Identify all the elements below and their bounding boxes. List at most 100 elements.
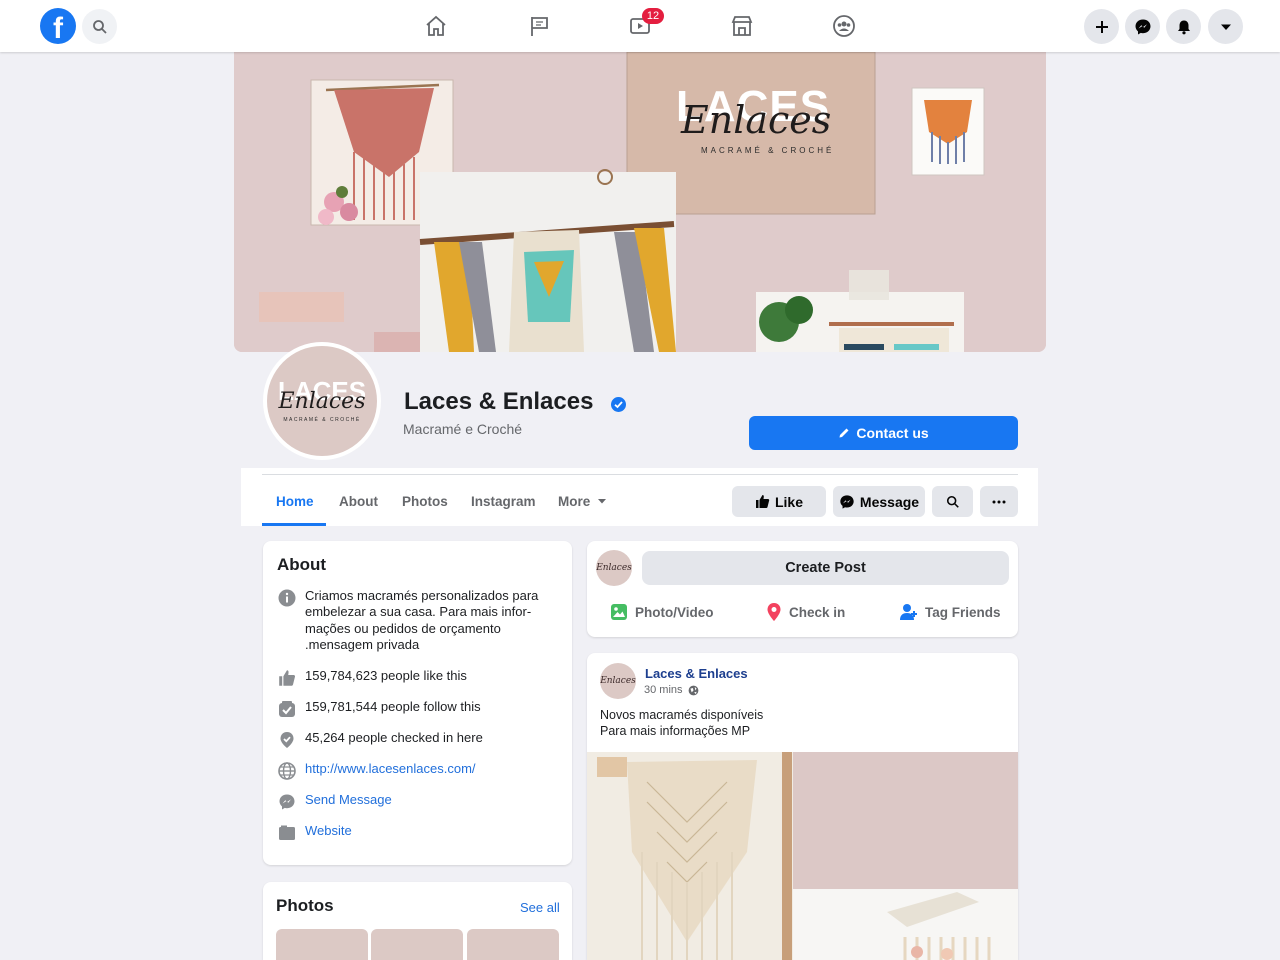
account-menu-button[interactable]: [1208, 9, 1243, 44]
like-button-label: Like: [774, 493, 803, 510]
like-page-button[interactable]: Like: [732, 486, 826, 517]
page-search-button[interactable]: [932, 486, 973, 517]
notifications-badge: 12: [642, 8, 664, 24]
thumbs-up-icon: [277, 668, 296, 687]
groups-nav-button[interactable]: [830, 12, 858, 40]
marketplace-icon: [731, 16, 753, 36]
follow-check-icon: [277, 699, 296, 718]
photo-thumbnail[interactable]: [276, 929, 368, 960]
photo-icon: [611, 604, 627, 620]
page-category: Macramé e Croché: [403, 421, 523, 437]
create-post-card: Enlaces Create Post Photo/Video Check in…: [587, 541, 1018, 637]
website-row[interactable]: Website: [277, 823, 352, 842]
create-button[interactable]: [1084, 9, 1119, 44]
watch-nav-button[interactable]: 12: [626, 8, 664, 40]
photos-title: Photos: [276, 896, 334, 915]
messenger-icon: [840, 494, 854, 509]
pages-flag-icon: [531, 17, 548, 36]
post-author-name[interactable]: Laces & Enlaces: [645, 666, 748, 681]
create-post-button[interactable]: Create Post: [642, 551, 1009, 585]
search-icon: [946, 495, 959, 508]
tab-photos[interactable]: Photos: [402, 494, 448, 509]
about-title: About: [277, 555, 327, 574]
tab-about[interactable]: About: [339, 494, 378, 509]
notifications-button[interactable]: [1166, 9, 1201, 44]
thumbs-up-icon: [755, 495, 770, 508]
search-button[interactable]: [82, 9, 117, 44]
page-avatar-text: Enlaces: [596, 563, 632, 573]
more-dots-icon: [992, 500, 1006, 503]
website-url-row[interactable]: http://www.lacesenlaces.com/: [277, 761, 476, 780]
globe-icon: [688, 685, 698, 695]
profile-picture-logo: LACES Enlaces MACRAMÉ & CROCHÉ: [267, 346, 377, 456]
messenger-icon: [1135, 19, 1150, 34]
more-options-button[interactable]: [980, 486, 1018, 517]
post-text-line: Para mais informações MP: [600, 724, 751, 738]
photos-card: Photos See all: [263, 882, 572, 960]
about-description-row: Criamos macramés personalizados para emb…: [277, 588, 560, 654]
post-image[interactable]: [587, 752, 1018, 960]
tag-friends-icon: [900, 604, 917, 620]
globe-icon: [277, 761, 296, 780]
caret-down-icon: [598, 499, 607, 504]
post-card: Enlaces Laces & Enlaces 30 mins Novos ma…: [587, 653, 1018, 960]
message-page-button[interactable]: Message: [833, 486, 925, 517]
home-nav-button[interactable]: [422, 12, 450, 40]
top-navigation-bar: f 12: [0, 0, 1280, 52]
likes-count: 159,784,623 people like this: [305, 668, 467, 683]
photo-thumbnail[interactable]: [371, 929, 463, 960]
active-tab-indicator: [262, 523, 326, 526]
post-time-text: 30 mins: [644, 684, 683, 696]
avatar-brand-script: Enlaces: [278, 389, 366, 414]
home-icon: [426, 15, 446, 36]
cover-collage: [234, 52, 1046, 352]
page-tab-bar: Home About Photos Instagram More Like Me…: [241, 468, 1038, 526]
send-message-link[interactable]: Send Message: [305, 792, 392, 807]
messenger-button[interactable]: [1125, 9, 1160, 44]
cover-photo[interactable]: LACES Enlaces MACRAMÉ & CROCHÉ: [234, 52, 1046, 352]
tab-instagram[interactable]: Instagram: [471, 494, 536, 509]
post-text: Novos macramés disponíveis Para mais inf…: [600, 707, 763, 739]
photo-thumbnail[interactable]: [467, 929, 559, 960]
bell-icon: [1177, 20, 1190, 34]
cover-brand-tagline: MACRAMÉ & CROCHÉ: [701, 146, 835, 155]
post-timestamp[interactable]: 30 mins: [644, 684, 699, 696]
follows-count: 159,781,544 people follow this: [305, 699, 481, 714]
pencil-icon: [839, 428, 849, 438]
photo-video-label: Photo/Video: [635, 604, 714, 620]
check-in-button[interactable]: Check in: [765, 602, 845, 622]
tag-friends-button[interactable]: Tag Friends: [899, 602, 1001, 622]
profile-picture[interactable]: LACES Enlaces MACRAMÉ & CROCHÉ: [263, 342, 381, 460]
post-author-avatar[interactable]: Enlaces: [600, 663, 636, 699]
website-link[interactable]: Website: [305, 823, 352, 838]
info-icon: [277, 588, 296, 607]
location-check-icon: [277, 730, 296, 749]
search-icon: [92, 19, 107, 34]
marketplace-nav-button[interactable]: [728, 12, 756, 40]
photo-video-button[interactable]: Photo/Video: [609, 602, 714, 622]
groups-icon: [833, 15, 855, 37]
cover-brand-script: Enlaces: [681, 98, 832, 142]
website-window-icon: [277, 823, 296, 842]
location-pin-icon: [767, 603, 781, 621]
tab-home[interactable]: Home: [276, 494, 314, 509]
send-message-row[interactable]: Send Message: [277, 792, 392, 811]
page-title: Laces & Enlaces: [404, 388, 594, 415]
checkins-row: 45,264 people checked in here: [277, 730, 483, 749]
caret-down-icon: [1220, 24, 1231, 30]
contact-us-button[interactable]: Contact us: [749, 416, 1018, 450]
tab-more-label: More: [558, 494, 591, 509]
facebook-logo[interactable]: f: [40, 8, 76, 44]
follows-row: 159,781,544 people follow this: [277, 699, 481, 718]
checkins-count: 45,264 people checked in here: [305, 730, 483, 745]
post-text-line: Novos macramés disponíveis: [600, 708, 764, 722]
messenger-icon: [277, 792, 296, 811]
tab-more[interactable]: More: [558, 494, 607, 509]
see-all-photos-link[interactable]: See all: [520, 900, 560, 915]
page-avatar[interactable]: Enlaces: [596, 550, 632, 586]
verified-badge-icon: [611, 397, 626, 412]
post-image-macrame: [587, 752, 1018, 960]
website-url-link[interactable]: http://www.lacesenlaces.com/: [305, 761, 476, 776]
tab-bar-divider: [262, 474, 1018, 475]
pages-nav-button[interactable]: [525, 12, 553, 40]
